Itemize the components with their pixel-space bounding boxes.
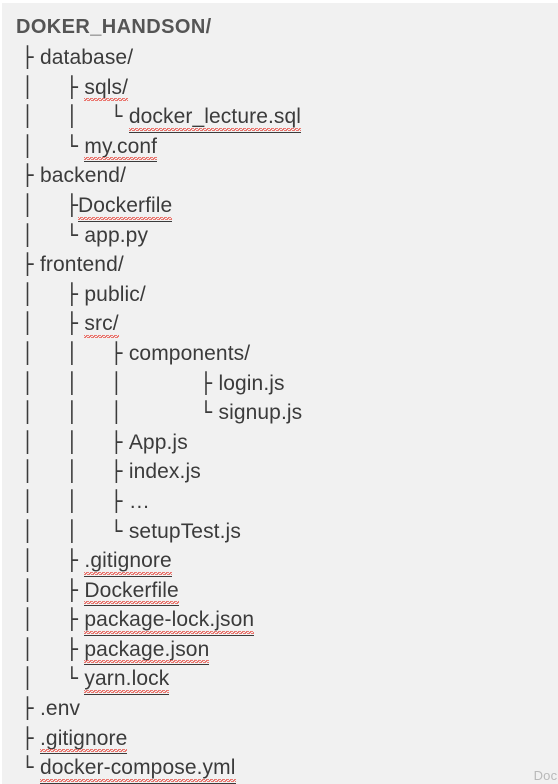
tree-branch-glyphs: │ │ ├ <box>2 340 129 365</box>
tree-node-label[interactable]: components/ <box>129 342 250 365</box>
tree-branch-glyphs: │ │ ├ <box>2 459 129 484</box>
tree-row[interactable]: │ │ │ └ signup.js <box>2 398 558 428</box>
tree-branch-glyphs: │ ├ <box>2 636 85 661</box>
tree-node-label[interactable]: App.js <box>129 431 188 454</box>
tree-branch-glyphs: │ │ ├ <box>2 488 129 513</box>
tree-row[interactable]: │ ├ .gitignore <box>2 546 558 577</box>
tree-row[interactable]: │ │ ├ components/ <box>2 339 558 369</box>
tree-root-label: DOKER_HANDSON/ <box>16 16 212 38</box>
tree-node-label[interactable]: backend/ <box>40 164 126 187</box>
tree-branch-glyphs: │ └ <box>2 222 85 247</box>
tree-node-label[interactable]: my.conf <box>84 132 158 163</box>
tree-row[interactable]: ├ backend/ <box>2 161 558 191</box>
tree-row[interactable]: │ ├ src/ <box>2 309 558 339</box>
tree-row[interactable]: │ ├ Dockerfile <box>2 576 558 607</box>
tree-node-label[interactable]: .env <box>40 697 80 720</box>
tree-branch-glyphs: │ ├ <box>2 311 85 336</box>
tree-row[interactable]: │ │ ├ App.js <box>2 428 558 458</box>
tree-row[interactable]: │ └ my.conf <box>2 132 558 163</box>
tree-row[interactable]: └ docker-compose.yml <box>2 753 558 784</box>
tree-canvas: DOKER_HANDSON/ ├ database/ │ ├ sqls/ │ │… <box>2 3 558 784</box>
tree-node-label[interactable]: setupTest.js <box>129 520 241 543</box>
tree-branch-glyphs: │ │ └ <box>2 104 129 129</box>
tree-node-label[interactable]: src/ <box>84 309 119 339</box>
tree-node-label[interactable]: .gitignore <box>39 724 128 755</box>
tree-branch-glyphs: ├ <box>2 696 40 721</box>
tree-branch-glyphs: │ ├ <box>2 607 85 632</box>
tree-row[interactable]: ├ .gitignore <box>2 724 558 755</box>
tree-row[interactable]: │ ├ package.json <box>2 635 558 666</box>
directory-tree: DOKER_HANDSON/ ├ database/ │ ├ sqls/ │ │… <box>2 3 558 784</box>
tree-branch-glyphs: │ │ ├ <box>2 429 129 454</box>
tree-node-label[interactable]: Dockerfile <box>77 191 173 222</box>
tree-node-label[interactable]: .gitignore <box>84 546 173 577</box>
tree-branch-glyphs: │ ├ <box>2 577 85 602</box>
tree-branch-glyphs: │ ├ <box>2 192 78 217</box>
tree-branch-glyphs: │ ├ <box>2 281 85 306</box>
tree-node-label[interactable]: package-lock.json <box>84 605 255 636</box>
tree-branch-glyphs: │ │ └ <box>2 518 129 543</box>
tree-node-label[interactable]: package.json <box>84 635 210 666</box>
tree-node-label[interactable]: frontend/ <box>40 253 124 276</box>
tree-node-label[interactable]: login.js <box>218 372 284 395</box>
tree-node-label[interactable]: Dockerfile <box>84 576 180 607</box>
tree-node-label[interactable]: sqls/ <box>84 73 128 103</box>
tree-branch-glyphs: │ └ <box>2 133 85 158</box>
tree-branch-glyphs: └ <box>2 755 40 780</box>
tree-branch-glyphs: ├ <box>2 45 40 69</box>
tree-row[interactable]: │ └ yarn.lock <box>2 664 558 696</box>
tree-node-label[interactable]: public/ <box>84 283 145 306</box>
tree-branch-glyphs: │ │ │ └ <box>2 400 219 425</box>
tree-branch-glyphs: ├ <box>2 163 40 188</box>
tree-row[interactable]: │ ├ sqls/ <box>2 73 558 103</box>
tree-row[interactable]: │ ├ package-lock.json <box>2 605 558 636</box>
tree-row[interactable]: │ │ └ setupTest.js <box>2 517 558 547</box>
tree-branch-glyphs: ├ <box>2 725 40 750</box>
tree-row[interactable]: │ ├Dockerfile <box>2 191 558 222</box>
tree-node-label[interactable]: database/ <box>40 46 133 69</box>
tree-node-label[interactable]: docker_lecture.sql <box>128 102 302 133</box>
tree-row[interactable]: ├ database/ <box>2 43 558 73</box>
tree-row[interactable]: ├ .env <box>2 694 558 724</box>
tree-node-label[interactable]: signup.js <box>218 401 302 424</box>
tree-branch-glyphs: │ │ │ ├ <box>2 370 219 395</box>
tree-node-label[interactable]: docker-compose.yml <box>39 753 236 784</box>
tree-row[interactable]: │ ├ public/ <box>2 280 558 310</box>
tree-branch-glyphs: ├ <box>2 252 40 277</box>
tree-node-label[interactable]: app.py <box>84 224 148 247</box>
tree-row[interactable]: │ │ │ ├ login.js <box>2 369 558 399</box>
tree-branch-glyphs: │ └ <box>2 666 85 691</box>
tree-node-label[interactable]: index.js <box>129 460 201 483</box>
tree-row[interactable]: │ │ └ docker_lecture.sql <box>2 102 558 133</box>
tree-branch-glyphs: │ ├ <box>2 74 85 99</box>
tree-branch-glyphs: │ ├ <box>2 548 85 573</box>
tree-node-label[interactable]: … <box>129 490 150 513</box>
tree-row[interactable]: │ │ ├ … <box>2 487 558 517</box>
tree-row[interactable]: │ │ ├ index.js <box>2 457 558 487</box>
tree-row[interactable]: ├ frontend/ <box>2 250 558 280</box>
watermark-text: Dock <box>533 768 558 783</box>
tree-row[interactable]: │ └ app.py <box>2 221 558 251</box>
tree-node-label[interactable]: yarn.lock <box>84 664 170 696</box>
